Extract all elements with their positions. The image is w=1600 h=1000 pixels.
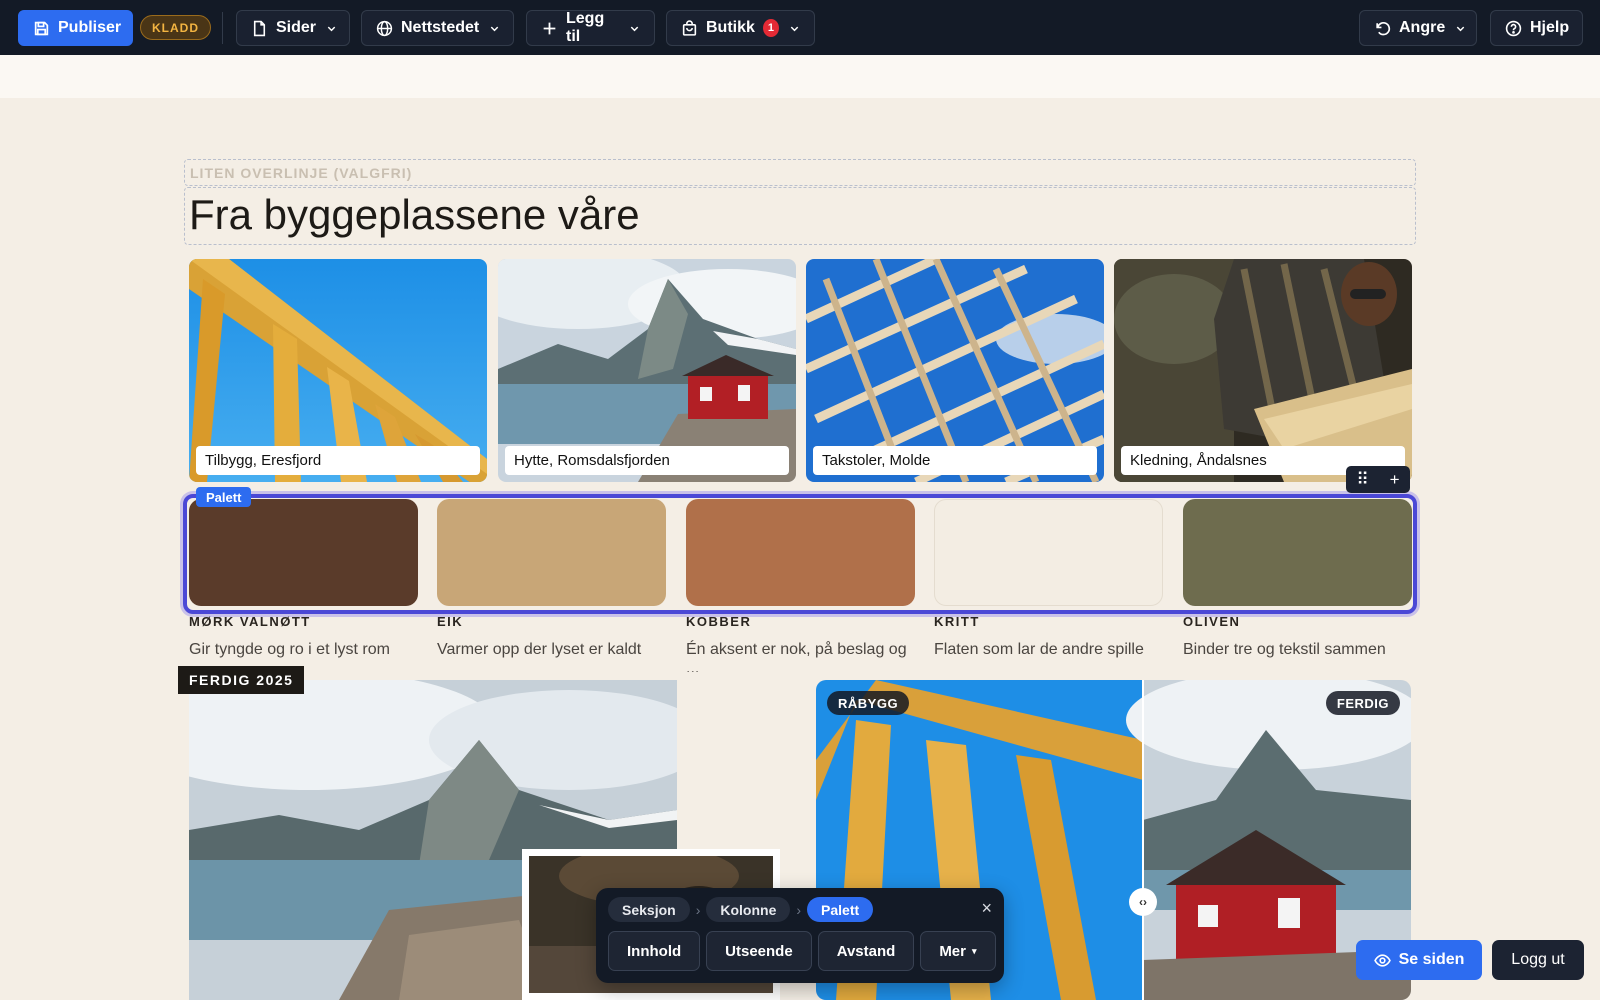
- swatch-name: EIK: [437, 614, 464, 629]
- undo-icon: [1376, 21, 1391, 35]
- chevron-down-icon: [327, 26, 336, 31]
- overline-placeholder: LITEN OVERLINJE (VALGFRI): [190, 165, 413, 181]
- after-label: FERDIG: [1325, 691, 1400, 715]
- swatch-description: Binder tre og tekstil sammen: [1183, 641, 1386, 658]
- swatch-name: KRITT: [934, 614, 980, 629]
- help-icon: [1505, 20, 1522, 36]
- close-icon[interactable]: ×: [981, 897, 992, 919]
- title-field[interactable]: Fra byggeplassene våre: [184, 187, 1416, 245]
- save-icon: [34, 21, 49, 35]
- photo-caption: Hytte, Romsdalsfjorden: [505, 446, 789, 475]
- globe-icon: [376, 20, 393, 36]
- chevron-down-icon: [491, 26, 499, 31]
- content-button[interactable]: Innhold: [608, 931, 701, 971]
- finished-year-tag: FERDIG 2025: [178, 666, 305, 694]
- swatch-name: MØRK VALNØTT: [189, 614, 311, 629]
- block-editor-toolbar: Seksjon › Kolonne › Palett × Innhold Uts…: [596, 888, 1004, 983]
- add-menu-button[interactable]: Legg til: [526, 10, 655, 46]
- breadcrumb-section[interactable]: Seksjon: [608, 897, 690, 922]
- swatch-description: Flaten som lar de andre spille: [934, 641, 1144, 658]
- pages-label: Sider: [276, 19, 317, 36]
- add-block-icon[interactable]: +: [1390, 470, 1400, 490]
- shop-count-badge: 1: [762, 19, 779, 37]
- swatch-description: Varmer opp der lyset er kaldt: [437, 641, 642, 658]
- editor-tabs: Innhold Utseende Avstand Mer ▾: [608, 931, 996, 971]
- gallery-photo[interactable]: Takstoler, Molde: [806, 259, 1104, 482]
- breadcrumb: Seksjon › Kolonne › Palett: [608, 897, 874, 922]
- help-label: Hjelp: [1530, 19, 1570, 36]
- page-icon: [253, 20, 266, 36]
- swatch-name: KOBBER: [686, 614, 752, 629]
- overline-field[interactable]: LITEN OVERLINJE (VALGFRI): [184, 159, 1416, 186]
- compare-handle[interactable]: ‹›: [1129, 888, 1157, 916]
- swatch-name: OLIVEN: [1183, 614, 1241, 629]
- add-label: Legg til: [566, 10, 605, 45]
- swatch-description: Én aksent er nok, på beslag og ...: [686, 641, 907, 672]
- gallery-photo[interactable]: Tilbygg, Eresfjord: [189, 259, 487, 482]
- before-label: RÅBYGG: [827, 691, 910, 715]
- palette-selection-outline[interactable]: [183, 494, 1417, 614]
- block-tools: ⠿ +: [1346, 466, 1410, 493]
- shopping-bag-icon: [682, 19, 697, 36]
- chevron-down-icon: [630, 26, 639, 31]
- gallery-photo[interactable]: Kledning, Åndalsnes: [1114, 259, 1412, 482]
- gallery-photo[interactable]: Hytte, Romsdalsfjorden: [498, 259, 796, 482]
- draft-badge: KLADD: [140, 15, 211, 40]
- drag-handle-icon[interactable]: ⠿: [1356, 470, 1368, 490]
- compare-divider[interactable]: [1142, 680, 1144, 1000]
- photo-caption: Takstoler, Molde: [813, 446, 1097, 475]
- website-menu-button[interactable]: Nettstedet: [361, 10, 514, 46]
- eye-icon: [1373, 953, 1391, 967]
- shop-label: Butikk: [706, 19, 755, 36]
- top-toolbar: Publiser KLADD Sider Nettstedet Legg til…: [0, 0, 1600, 55]
- toolbar-divider: [222, 12, 223, 44]
- page-top-strip: [0, 55, 1600, 98]
- more-label: Mer: [939, 942, 966, 960]
- chevron-down-icon: [1457, 26, 1465, 31]
- plus-icon: [543, 22, 556, 34]
- palette-block-tag: Palett: [196, 487, 252, 507]
- breadcrumb-separator: ›: [695, 901, 701, 918]
- more-button[interactable]: Mer ▾: [920, 931, 996, 971]
- chevron-down-icon: [790, 26, 799, 31]
- website-label: Nettstedet: [401, 19, 480, 36]
- spacing-button[interactable]: Avstand: [817, 931, 915, 971]
- view-site-button[interactable]: Se siden: [1356, 940, 1482, 980]
- help-button[interactable]: Hjelp: [1490, 10, 1583, 46]
- view-site-label: Se siden: [1398, 951, 1465, 968]
- undo-label: Angre: [1399, 19, 1446, 36]
- undo-menu-button[interactable]: Angre: [1359, 10, 1477, 46]
- breadcrumb-separator: ›: [796, 901, 802, 918]
- shop-menu-button[interactable]: Butikk 1: [666, 10, 815, 46]
- caret-down-icon: ▾: [972, 945, 977, 956]
- appearance-button[interactable]: Utseende: [706, 931, 812, 971]
- publish-button[interactable]: Publiser: [18, 10, 133, 46]
- photo-caption: Tilbygg, Eresfjord: [196, 446, 480, 475]
- logout-button[interactable]: Logg ut: [1492, 940, 1584, 980]
- breadcrumb-column[interactable]: Kolonne: [706, 897, 791, 922]
- pages-menu-button[interactable]: Sider: [236, 10, 350, 46]
- breadcrumb-palette[interactable]: Palett: [807, 897, 874, 922]
- publish-label: Publiser: [58, 19, 122, 36]
- section-title: Fra byggeplassene våre: [189, 191, 640, 238]
